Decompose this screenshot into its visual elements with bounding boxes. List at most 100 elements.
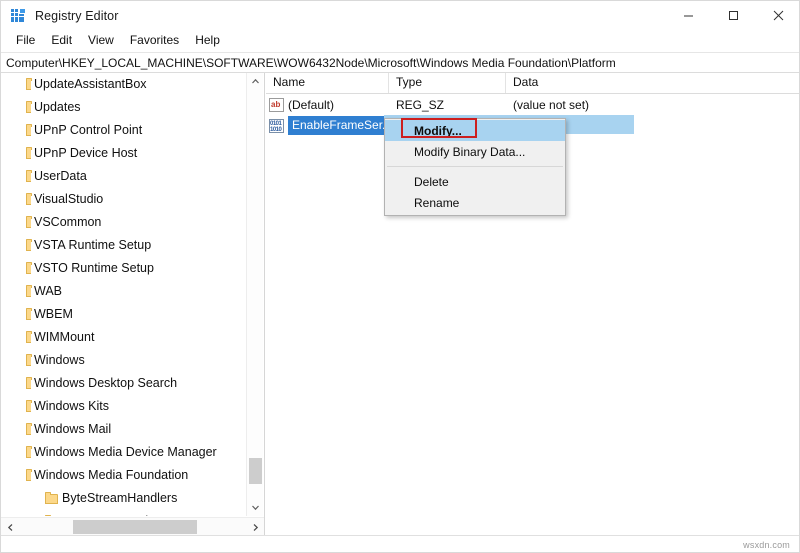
context-menu-item-rename[interactable]: Rename (385, 192, 565, 213)
maximize-button[interactable] (711, 1, 756, 30)
menu-item-file[interactable]: File (8, 31, 43, 50)
registry-tree[interactable]: UpdateAssistantBox Updates UPnP Control Po… (1, 73, 239, 516)
context-menu-item-modify-binary-data[interactable]: Modify Binary Data... (385, 141, 565, 162)
annotation-highlight-box (401, 118, 477, 138)
tree-item-label: Windows Media Device Manager (34, 445, 217, 459)
tree-item-label: WAB (34, 284, 63, 298)
tree-item[interactable]: WIMMount (1, 326, 239, 349)
registry-tree-pane: UpdateAssistantBox Updates UPnP Control Po… (1, 73, 265, 536)
value-name-cell[interactable]: 0101 1010 EnableFrameSer... (266, 116, 397, 135)
menu-bar: File Edit View Favorites Help (1, 30, 799, 51)
menu-item-edit[interactable]: Edit (43, 31, 80, 50)
tree-item-label: Windows Desktop Search (34, 376, 178, 390)
tree-horizontal-scrollbar[interactable] (1, 517, 264, 536)
tree-item-label: WBEM (34, 307, 73, 321)
tree-item-label: VSTA Runtime Setup (34, 238, 152, 252)
tree-item[interactable]: VSTA Runtime Setup (1, 234, 239, 257)
tree-item[interactable]: Windows Media Device Manager (1, 441, 239, 464)
registry-path: Computer\HKEY_LOCAL_MACHINE\SOFTWARE\WOW… (6, 55, 616, 70)
tree-item[interactable]: WBEM (1, 303, 239, 326)
folder-icon (43, 487, 59, 510)
tree-item[interactable]: ContentProtectionSystems (1, 510, 239, 516)
menu-item-view[interactable]: View (80, 31, 122, 50)
registry-icon (11, 7, 27, 24)
tree-item[interactable]: Windows Mail (1, 418, 239, 441)
scroll-up-icon[interactable] (247, 73, 264, 90)
tree-item[interactable]: VisualStudio (1, 188, 239, 211)
tree-item[interactable]: UPnP Device Host (1, 142, 239, 165)
registry-editor-window: Registry Editor File Edit View Favorites… (0, 0, 800, 553)
window-controls (666, 1, 799, 30)
tree-item[interactable]: UpdateAssistantBox (1, 73, 239, 96)
menu-item-help[interactable]: Help (187, 31, 228, 50)
scroll-right-icon[interactable] (246, 518, 264, 536)
tree-hscroll-thumb[interactable] (73, 520, 197, 534)
tree-item[interactable]: Windows (1, 349, 239, 372)
address-bar[interactable]: Computer\HKEY_LOCAL_MACHINE\SOFTWARE\WOW… (1, 52, 799, 73)
tree-vertical-scrollbar[interactable] (246, 73, 263, 516)
value-type-cell: REG_SZ (396, 97, 445, 112)
tree-item[interactable]: UserData (1, 165, 239, 188)
tree-item-label: UserData (34, 169, 87, 183)
tree-item-label: VSCommon (34, 215, 102, 229)
scroll-left-icon[interactable] (1, 518, 19, 536)
tree-item-label: Windows (34, 353, 85, 367)
tree-scroll-thumb[interactable] (249, 458, 262, 484)
tree-item[interactable]: WAB (1, 280, 239, 303)
tree-item-label: VSTO Runtime Setup (34, 261, 154, 275)
column-header-type[interactable]: Type (389, 73, 506, 93)
tree-item-label: Windows Media Foundation (34, 468, 189, 482)
tree-item[interactable]: VSTO Runtime Setup (1, 257, 239, 280)
tree-item-label: WIMMount (34, 330, 95, 344)
value-name-cell[interactable]: ab (Default) (266, 97, 389, 112)
tree-item-label: Windows Kits (34, 399, 110, 413)
tree-item[interactable]: VSCommon (1, 211, 239, 234)
context-menu-item-delete[interactable]: Delete (385, 171, 565, 192)
value-name-label: EnableFrameSer... (288, 116, 397, 135)
column-header-name[interactable]: Name (266, 73, 389, 93)
tree-item[interactable]: Windows Kits (1, 395, 239, 418)
list-header: Name Type Data (266, 73, 799, 94)
tree-item[interactable]: Windows Media Foundation (1, 464, 239, 487)
tree-item[interactable]: UPnP Control Point (1, 119, 239, 142)
tree-item-label: UPnP Device Host (34, 146, 138, 160)
tree-item[interactable]: Windows Desktop Search (1, 372, 239, 395)
watermark: wsxdn.com (743, 540, 790, 550)
tree-item-label: Windows Mail (34, 422, 112, 436)
close-button[interactable] (756, 1, 799, 30)
tree-item[interactable]: Updates (1, 96, 239, 119)
menu-item-favorites[interactable]: Favorites (122, 31, 187, 50)
tree-item-label: Updates (34, 100, 81, 114)
table-row[interactable]: ab (Default) REG_SZ (value not set) (266, 94, 799, 115)
minimize-button[interactable] (666, 1, 711, 30)
tree-item-label: VisualStudio (34, 192, 104, 206)
scroll-down-icon[interactable] (247, 499, 264, 516)
tree-item-label: ByteStreamHandlers (62, 491, 178, 505)
value-name-label: (Default) (288, 97, 335, 112)
tree-item[interactable]: ByteStreamHandlers (1, 487, 239, 510)
tree-item-label: ContentProtectionSystems (59, 512, 213, 516)
column-header-data[interactable]: Data (506, 73, 799, 93)
